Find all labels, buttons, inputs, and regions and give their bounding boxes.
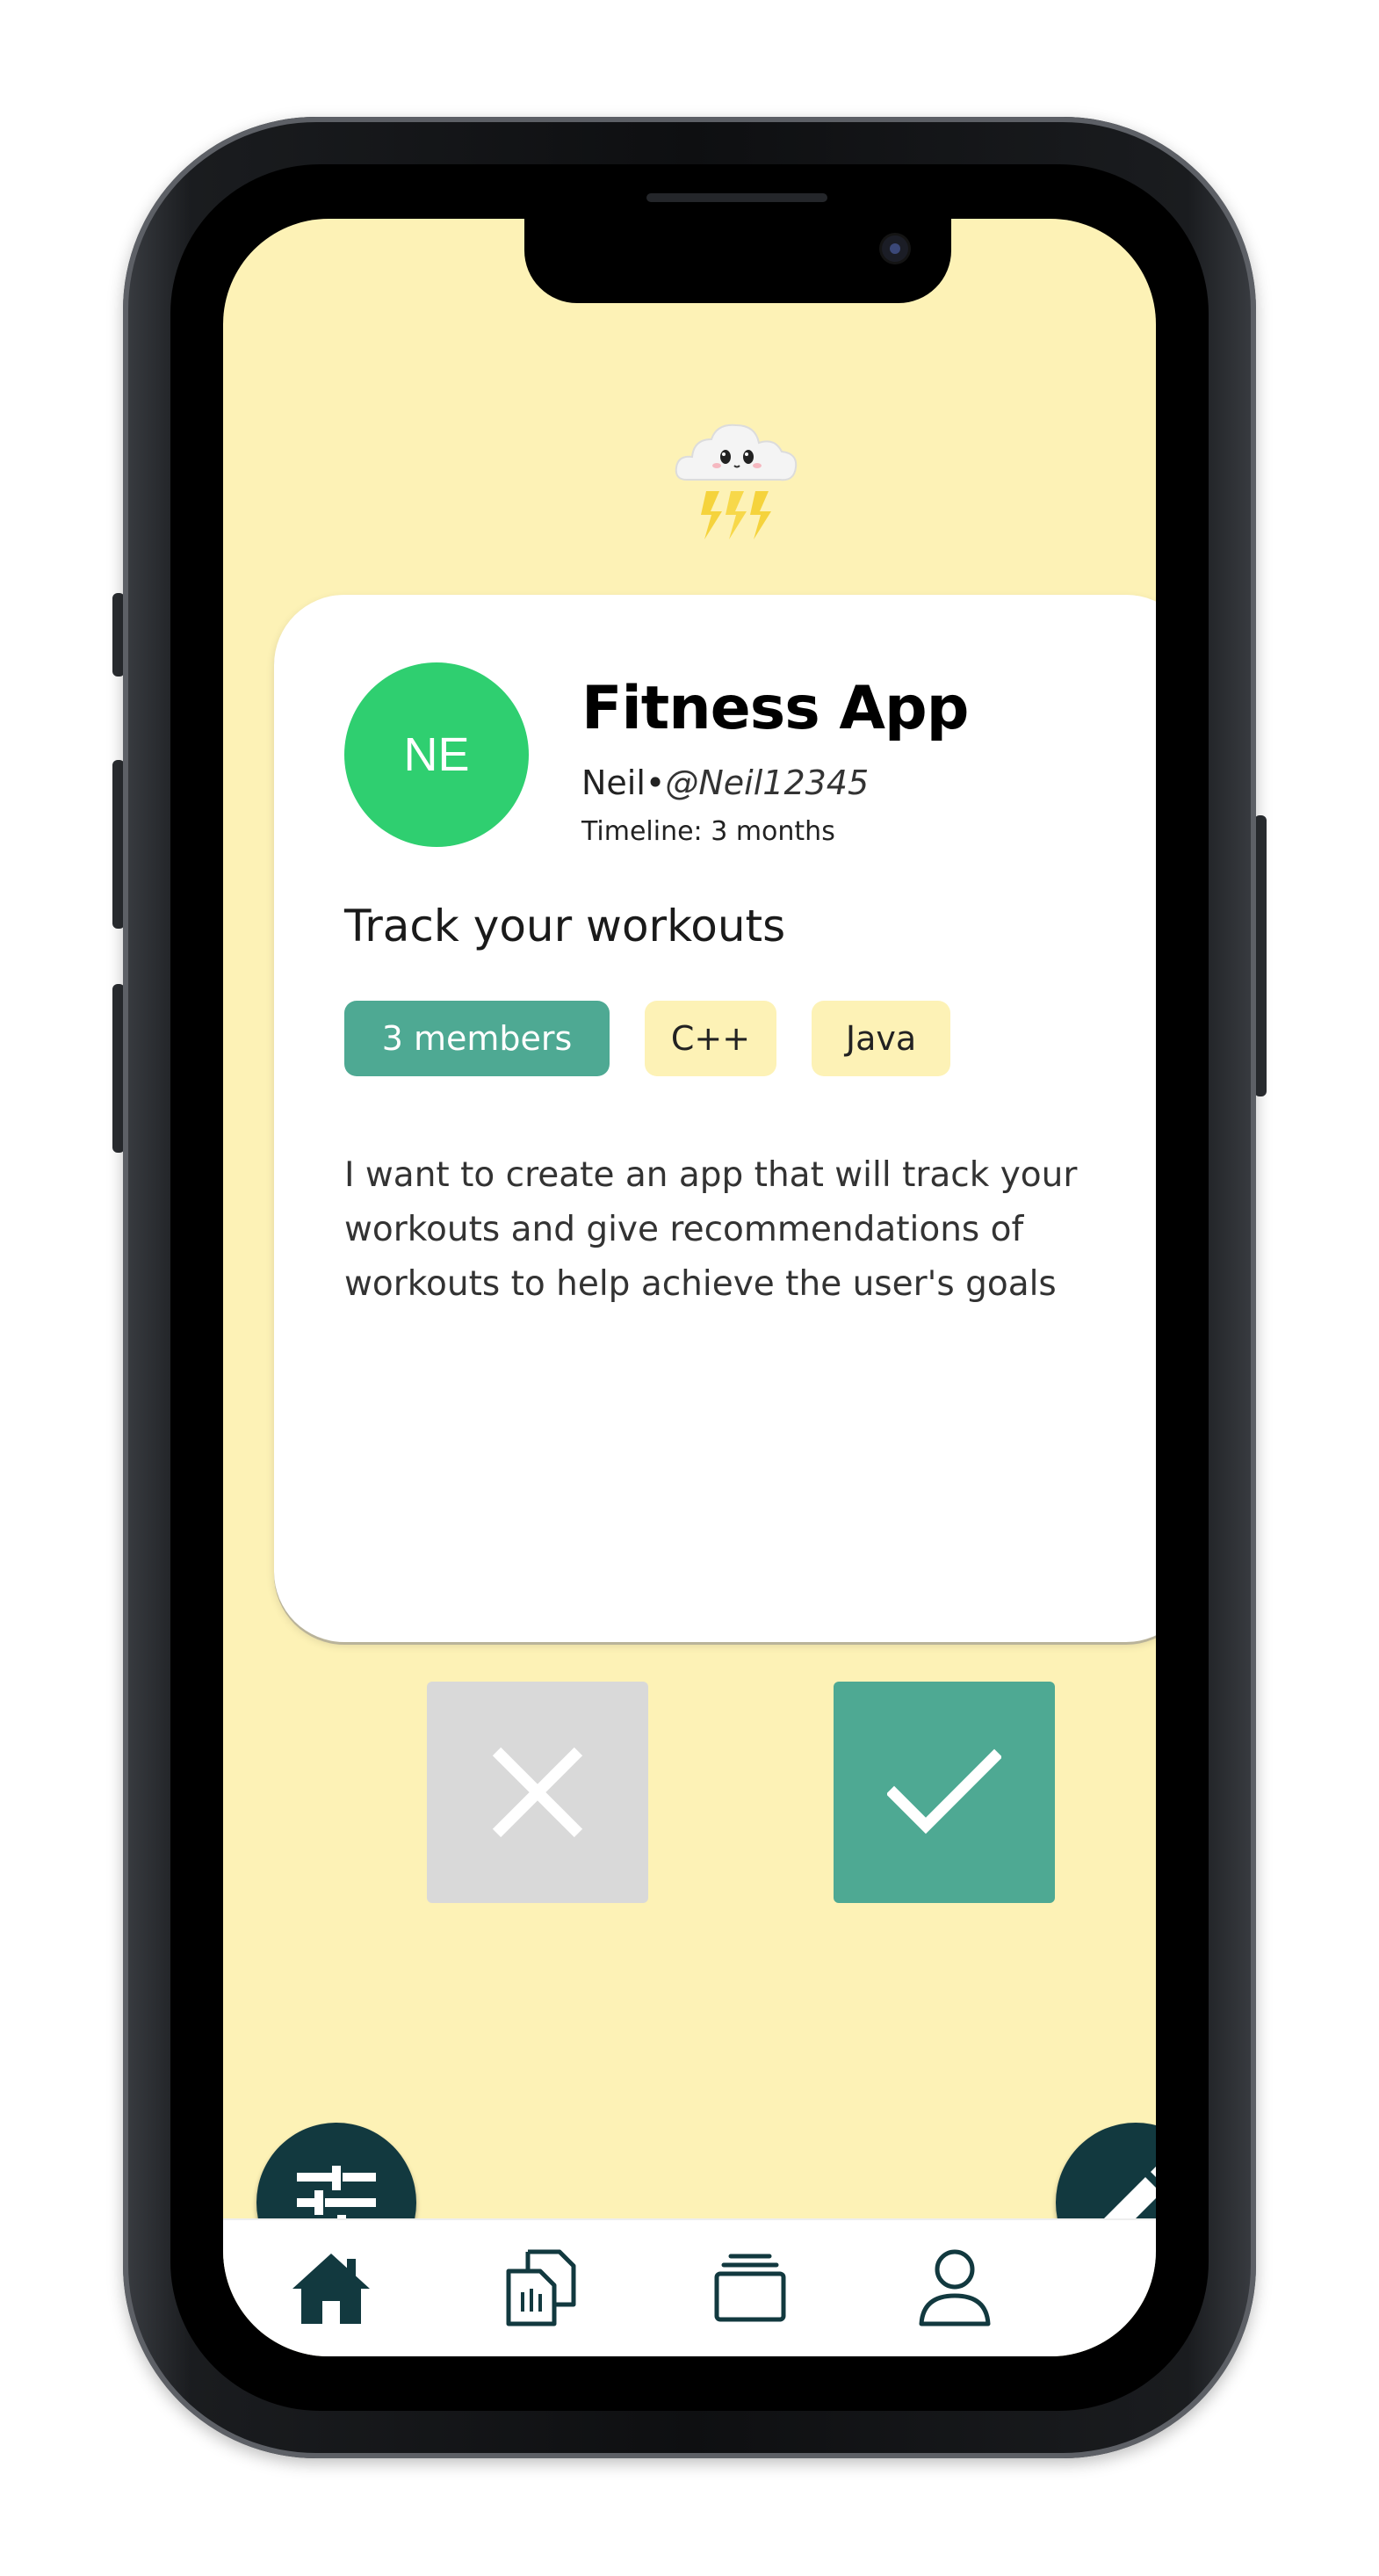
profile-icon xyxy=(919,2249,991,2326)
front-camera xyxy=(882,235,908,262)
nav-stack[interactable] xyxy=(702,2240,798,2336)
author-byline: Neil•@Neil12345 xyxy=(581,763,869,802)
notch xyxy=(524,219,951,303)
nav-home[interactable] xyxy=(283,2240,379,2336)
home-icon xyxy=(292,2254,370,2324)
phone-frame: NE Fitness App Neil•@Neil12345 Timeline:… xyxy=(123,117,1256,2458)
power-button xyxy=(1254,815,1267,1096)
close-icon xyxy=(492,1747,583,1838)
nav-profile[interactable] xyxy=(906,2240,1003,2336)
author-handle[interactable]: @Neil12345 xyxy=(665,763,869,802)
nav-documents[interactable] xyxy=(492,2240,588,2336)
phone-bezel: NE Fitness App Neil•@Neil12345 Timeline:… xyxy=(170,164,1209,2411)
stack-icon xyxy=(714,2254,786,2322)
author-name: Neil xyxy=(581,763,646,802)
project-tagline: Track your workouts xyxy=(344,901,786,952)
language-chip-java: Java xyxy=(812,1001,950,1076)
members-chip[interactable]: 3 members xyxy=(344,1001,610,1076)
language-chip-cpp: C++ xyxy=(645,1001,776,1076)
speaker-grille xyxy=(646,193,827,202)
app-screen: NE Fitness App Neil•@Neil12345 Timeline:… xyxy=(223,219,1156,2356)
project-card[interactable]: NE Fitness App Neil•@Neil12345 Timeline:… xyxy=(274,595,1156,1642)
project-title: Fitness App xyxy=(581,674,969,743)
documents-icon xyxy=(506,2249,576,2326)
project-timeline: Timeline: 3 months xyxy=(581,816,835,847)
bottom-nav xyxy=(223,2218,1156,2356)
check-icon xyxy=(887,1748,1001,1834)
byline-separator: • xyxy=(645,763,666,802)
reject-button[interactable] xyxy=(427,1682,648,1903)
avatar: NE xyxy=(344,662,529,847)
project-description: I want to create an app that will track … xyxy=(344,1155,1078,1304)
storm-cloud-icon xyxy=(675,423,798,539)
accept-button[interactable] xyxy=(834,1682,1055,1903)
